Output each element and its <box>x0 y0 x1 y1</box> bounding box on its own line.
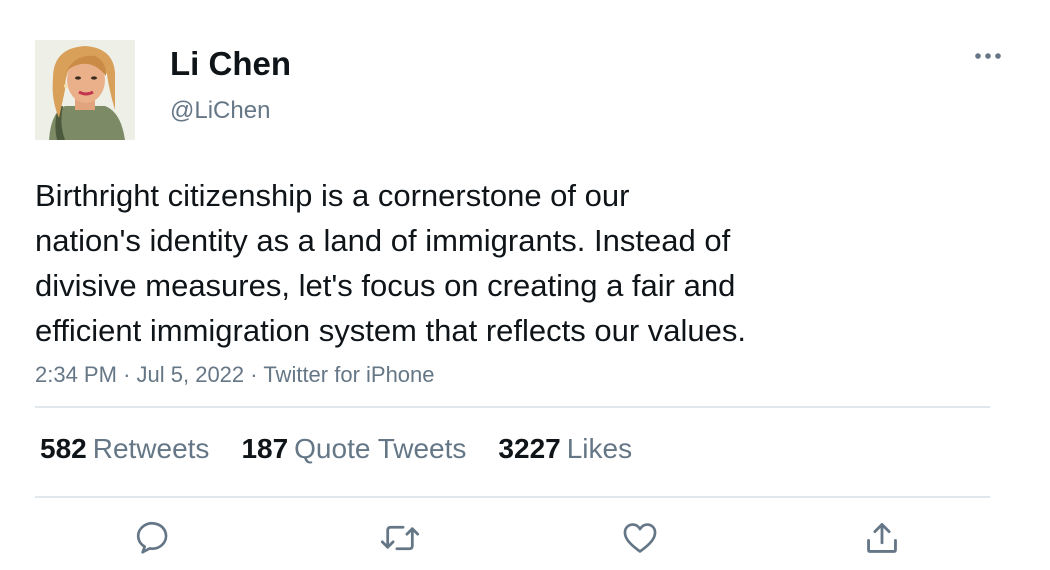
meta-separator: · <box>123 362 131 387</box>
tweet-text-line: nation's identity as a land of immigrant… <box>35 223 731 258</box>
reply-button[interactable] <box>135 518 175 558</box>
tweet-date[interactable]: Jul 5, 2022 <box>137 362 245 387</box>
tweet-text-line: Birthright citizenship is a cornerstone … <box>35 178 630 213</box>
retweets-stat[interactable]: 582 Retweets <box>40 431 209 467</box>
tweet-text-line: divisive measures, let's focus on creati… <box>35 268 736 303</box>
divider <box>35 496 990 498</box>
tweet-text-line: efficient immigration system that reflec… <box>35 313 746 348</box>
meta-separator: · <box>250 362 258 387</box>
likes-stat[interactable]: 3227 Likes <box>498 431 632 467</box>
divider <box>35 406 990 408</box>
tweet-stats: 582 Retweets 187 Quote Tweets 3227 Likes <box>40 431 632 467</box>
tweet-source[interactable]: Twitter for iPhone <box>263 362 434 387</box>
likes-label: Likes <box>566 433 633 464</box>
retweets-count: 582 <box>40 433 87 464</box>
avatar[interactable] <box>35 40 135 140</box>
tweet-text: Birthright citizenship is a cornerstone … <box>35 173 995 353</box>
tweet-card: Li Chen @LiChen Birthright citizenship i… <box>0 0 1050 570</box>
reply-bubble-icon <box>136 521 168 554</box>
tweet-time[interactable]: 2:34 PM <box>35 362 117 387</box>
avatar-image <box>35 40 135 140</box>
share-button[interactable] <box>862 518 902 558</box>
retweets-label: Retweets <box>92 433 210 464</box>
retweet-icon <box>380 525 420 551</box>
user-handle[interactable]: @LiChen <box>170 96 270 126</box>
tweet-meta: 2:34 PM · Jul 5, 2022 · Twitter for iPho… <box>35 360 435 390</box>
more-options-button[interactable] <box>968 42 1008 70</box>
more-horizontal-icon <box>975 53 1001 59</box>
share-upload-icon <box>867 523 897 553</box>
heart-icon <box>623 523 657 553</box>
quote-tweets-count: 187 <box>241 433 289 464</box>
likes-count: 3227 <box>498 433 561 464</box>
like-button[interactable] <box>620 518 660 558</box>
quote-tweets-label: Quote Tweets <box>294 433 467 464</box>
quote-tweets-stat[interactable]: 187 Quote Tweets <box>241 431 466 467</box>
retweet-button[interactable] <box>380 518 420 558</box>
display-name[interactable]: Li Chen <box>170 44 291 84</box>
